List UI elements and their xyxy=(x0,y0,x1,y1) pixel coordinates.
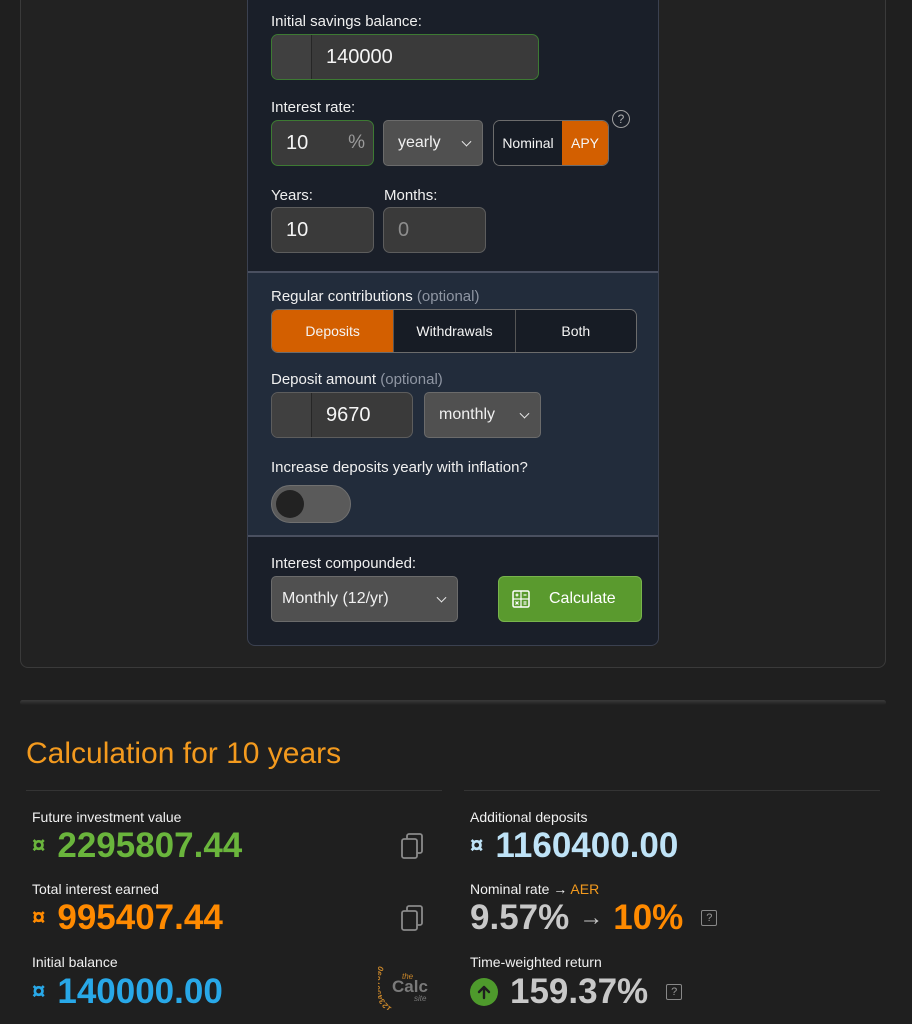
initial-balance-result: ¤ 140000.00 xyxy=(32,972,223,1012)
twr-help-icon[interactable]: ? xyxy=(666,984,683,1000)
deposit-amount-label-text: Deposit amount xyxy=(271,371,377,388)
logo-site: site xyxy=(414,994,427,1003)
initial-balance-input[interactable]: 140000 xyxy=(271,34,539,80)
copy-icon[interactable] xyxy=(400,832,424,860)
interest-earned: ¤ 995407.44 xyxy=(32,898,223,938)
currency-icon: ¤ xyxy=(32,904,46,931)
calculator-icon xyxy=(512,590,530,608)
interest-rate-value: 10 xyxy=(286,131,309,154)
interest-earned-label: Total interest earned xyxy=(32,881,159,897)
interest-rate-input[interactable]: 10 % xyxy=(271,120,374,166)
currency-prefix xyxy=(272,393,312,437)
rate-type-nominal[interactable]: Nominal xyxy=(494,121,562,165)
years-input[interactable]: 10 xyxy=(271,207,374,253)
initial-balance-amount: 140000.00 xyxy=(57,972,223,1011)
contributions-section: Regular contributions (optional) Deposit… xyxy=(248,271,658,537)
deposit-period-select[interactable]: monthly xyxy=(424,392,541,438)
interest-period-value: yearly xyxy=(398,134,441,151)
currency-icon: ¤ xyxy=(32,832,46,859)
chevron-down-icon xyxy=(461,136,472,147)
arrow-right-icon: → xyxy=(579,904,604,931)
contributions-label: Regular contributions (optional) xyxy=(271,288,479,305)
optional-text: (optional) xyxy=(380,371,443,388)
chevron-down-icon xyxy=(519,408,530,419)
rate-label: Nominal rate → AER xyxy=(470,881,599,897)
rate-label-aer: AER xyxy=(570,881,600,897)
section-divider xyxy=(20,700,886,705)
rate-label-prefix: Nominal rate → xyxy=(470,881,568,897)
interest-period-select[interactable]: yearly xyxy=(383,120,483,166)
tab-both[interactable]: Both xyxy=(514,310,636,352)
initial-balance-result-label: Initial balance xyxy=(32,954,118,970)
initial-balance-value: 140000 xyxy=(326,45,393,68)
contributions-label-text: Regular contributions xyxy=(271,288,413,305)
interest-earned-amount: 995407.44 xyxy=(57,898,223,937)
tab-deposits[interactable]: Deposits xyxy=(272,310,394,352)
interest-rate-label: Interest rate: xyxy=(271,99,356,116)
contribution-type-tabs[interactable]: Deposits Withdrawals Both xyxy=(271,309,637,353)
calculator-form: Initial savings balance: 140000 Interest… xyxy=(247,0,659,646)
deposit-amount-label: Deposit amount (optional) xyxy=(271,371,443,388)
twr-label: Time-weighted return xyxy=(470,954,602,970)
calculate-button[interactable]: Calculate xyxy=(498,576,642,622)
compounding-select[interactable]: Monthly (12/yr) xyxy=(271,576,458,622)
deposit-period-value: monthly xyxy=(439,406,496,423)
currency-icon: ¤ xyxy=(470,832,484,859)
rate-conversion: 9.57% → 10% ? xyxy=(470,898,718,938)
future-value: ¤ 2295807.44 xyxy=(32,826,242,866)
toggle-knob xyxy=(276,490,304,518)
future-value-label: Future investment value xyxy=(32,809,182,825)
aer-rate: 10% xyxy=(613,898,684,937)
svg-text:1234567890: 1234567890 xyxy=(378,964,393,1010)
deposit-amount-input[interactable]: 9670 xyxy=(271,392,413,438)
compounding-label: Interest compounded: xyxy=(271,555,417,572)
future-value-amount: 2295807.44 xyxy=(57,826,243,865)
copy-icon[interactable] xyxy=(400,904,424,932)
currency-prefix xyxy=(272,35,312,79)
months-placeholder: 0 xyxy=(398,218,410,241)
calculate-label: Calculate xyxy=(549,590,616,607)
currency-icon: ¤ xyxy=(32,978,46,1005)
inflation-toggle[interactable] xyxy=(271,485,351,523)
results-title: Calculation for 10 years xyxy=(26,737,342,770)
years-label: Years: xyxy=(271,187,313,204)
initial-balance-label: Initial savings balance: xyxy=(271,13,422,30)
months-label: Months: xyxy=(384,187,438,204)
rate-type-apy[interactable]: APY xyxy=(562,121,608,165)
rate-type-help-icon[interactable]: ? xyxy=(612,110,630,128)
inflation-label: Increase deposits yearly with inflation? xyxy=(271,459,528,476)
arrow-up-icon xyxy=(470,978,498,1006)
percent-sign: % xyxy=(348,132,365,153)
additional-deposits-label: Additional deposits xyxy=(470,809,588,825)
months-input[interactable]: 0 xyxy=(383,207,486,253)
compounding-value: Monthly (12/yr) xyxy=(282,590,389,607)
years-value: 10 xyxy=(286,218,309,241)
additional-deposits: ¤ 1160400.00 xyxy=(470,826,678,866)
thecalcsite-logo: 1234567890 the Calc site xyxy=(378,964,428,1010)
tab-withdrawals[interactable]: Withdrawals xyxy=(393,310,515,352)
results-rule-right xyxy=(464,790,880,791)
deposit-amount-value: 9670 xyxy=(326,403,371,426)
rate-help-icon[interactable]: ? xyxy=(701,910,718,926)
chevron-down-icon xyxy=(436,592,447,603)
optional-text: (optional) xyxy=(416,288,480,305)
rate-type-toggle[interactable]: Nominal APY xyxy=(493,120,609,166)
results-rule-left xyxy=(26,790,442,791)
twr-value: 159.37% xyxy=(510,972,649,1011)
additional-deposits-amount: 1160400.00 xyxy=(495,826,679,865)
logo-digits: 1234567890 xyxy=(378,964,393,1010)
twr: 159.37% ? xyxy=(470,972,683,1012)
nominal-rate: 9.57% xyxy=(470,898,570,937)
